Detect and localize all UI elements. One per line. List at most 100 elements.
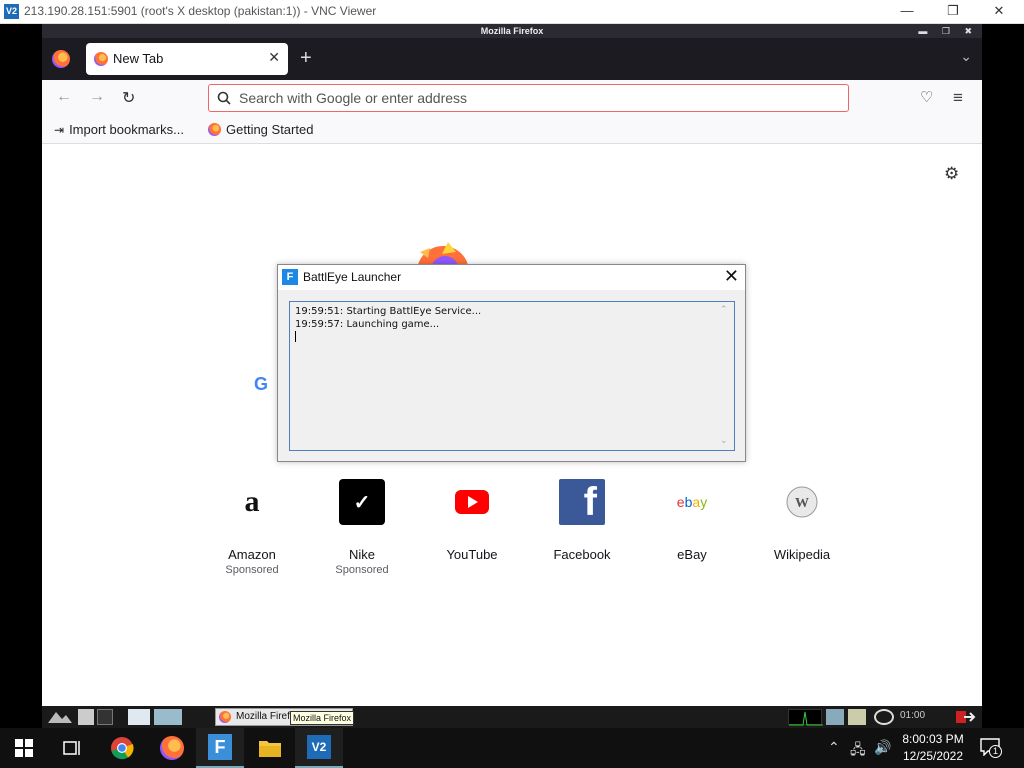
chrome-icon xyxy=(111,737,134,760)
tile-title: eBay xyxy=(677,547,707,562)
tab-label: New Tab xyxy=(113,51,164,66)
taskbar-battleye[interactable]: F xyxy=(196,728,244,768)
start-button[interactable] xyxy=(0,728,48,768)
firefox-window-titlebar: Mozilla Firefox ▬ ❐ ✖ xyxy=(42,24,982,38)
top-site-ebay[interactable]: ebay eBay xyxy=(637,479,747,577)
log-line: 19:59:57: Launching game... xyxy=(295,319,440,330)
top-site-facebook[interactable]: f Facebook xyxy=(527,479,637,577)
scroll-down-icon[interactable]: ⌄ xyxy=(720,435,728,448)
tile-title: Amazon xyxy=(228,547,276,562)
settings-gear-icon[interactable]: ⚙ xyxy=(944,164,959,184)
terminal-icon[interactable] xyxy=(97,709,113,725)
show-hidden-icons-icon[interactable]: ⌃ xyxy=(828,739,840,756)
top-site-wikipedia[interactable]: W Wikipedia xyxy=(747,479,857,577)
taskbar-firefox[interactable] xyxy=(148,728,196,768)
top-sites: a Amazon Sponsored ✓ Nike Sponsored YouT… xyxy=(197,479,857,577)
firefox-window-controls[interactable]: ▬ ❐ ✖ xyxy=(918,24,978,38)
task-view-icon xyxy=(63,741,80,755)
folder-icon xyxy=(259,741,281,757)
vnc-app-icon: V2 xyxy=(4,4,19,19)
menu-launcher-icon[interactable] xyxy=(46,709,74,725)
url-input[interactable] xyxy=(239,87,839,109)
tile-title: YouTube xyxy=(446,547,498,562)
top-site-youtube[interactable]: YouTube xyxy=(417,479,527,577)
firefox-icon xyxy=(160,736,184,760)
pocket-icon[interactable]: ♡ xyxy=(920,88,933,106)
clock[interactable]: 8:00:03 PM 12/25/2022 xyxy=(898,731,968,765)
action-center-button[interactable]: 1 xyxy=(980,738,1002,758)
svg-text:W: W xyxy=(795,496,809,511)
app-menu-icon[interactable]: ≡ xyxy=(953,88,963,108)
logout-icon[interactable] xyxy=(954,709,976,725)
remote-clock: 01:00 xyxy=(900,710,926,721)
firefox-view-icon[interactable] xyxy=(52,50,70,68)
ebay-icon: ebay xyxy=(662,479,722,525)
taskbar-vnc-viewer[interactable]: V2 xyxy=(295,728,343,768)
log-line: 19:59:51: Starting BattlEye Service... xyxy=(295,306,482,317)
reload-button[interactable]: ↻ xyxy=(122,88,135,108)
tab-close-icon[interactable]: ✕ xyxy=(268,49,280,66)
facebook-icon: f xyxy=(559,479,605,525)
bookmark-getting-started[interactable]: Getting Started xyxy=(208,122,313,137)
firefox-window-title: Mozilla Firefox xyxy=(480,26,544,36)
minimize-button[interactable]: — xyxy=(884,0,930,24)
firefox-icon xyxy=(208,123,221,136)
nike-icon: ✓ xyxy=(339,479,385,525)
top-site-amazon[interactable]: a Amazon Sponsored xyxy=(197,479,307,577)
forward-button[interactable]: → xyxy=(89,88,105,106)
scroll-up-icon[interactable]: ⌃ xyxy=(720,304,728,317)
bookmark-label: Import bookmarks... xyxy=(69,122,184,137)
search-icon xyxy=(217,91,231,105)
dialog-title: BattlEye Launcher xyxy=(303,270,402,284)
close-button[interactable]: ✕ xyxy=(976,0,1022,24)
task-view-button[interactable] xyxy=(48,728,96,768)
bookmark-label: Getting Started xyxy=(226,122,314,137)
top-site-nike[interactable]: ✓ Nike Sponsored xyxy=(307,479,417,577)
dialog-titlebar[interactable]: F BattlEye Launcher ✕ xyxy=(278,265,745,290)
new-tab-button[interactable]: + xyxy=(300,47,312,69)
taskbar-chrome[interactable] xyxy=(98,728,146,768)
notification-badge: 1 xyxy=(989,745,1002,758)
clock-date: 12/25/2022 xyxy=(902,749,964,763)
restore-button[interactable]: ❐ xyxy=(930,0,976,24)
vnc-viewer-icon: V2 xyxy=(307,735,331,759)
taskbar-file-explorer[interactable] xyxy=(246,728,294,768)
windows-taskbar: F V2 ⌃ 🖧 🔊 8:00:03 PM 12/25/2022 1 xyxy=(0,728,1024,768)
dialog-close-button[interactable]: ✕ xyxy=(724,266,739,287)
tile-sponsored-label: Sponsored xyxy=(225,564,279,576)
battleye-dialog: F BattlEye Launcher ✕ 19:59:51: Starting… xyxy=(277,264,746,462)
battleye-icon: F xyxy=(282,269,298,285)
import-icon: ⇥ xyxy=(54,122,65,137)
sync-icon[interactable] xyxy=(874,709,894,725)
firefox-icon xyxy=(219,711,231,723)
firefox-icon xyxy=(94,52,108,66)
windows-icon xyxy=(15,739,33,757)
volume-tray-icon[interactable]: 🔊 xyxy=(874,739,891,756)
firefox-launcher-icon[interactable] xyxy=(154,709,182,725)
address-bar[interactable] xyxy=(208,84,849,112)
cpu-monitor-icon xyxy=(788,709,823,726)
launcher-log-textarea[interactable]: 19:59:51: Starting BattlEye Service... 1… xyxy=(289,301,735,451)
network-icon[interactable] xyxy=(826,709,844,725)
tile-title: Nike xyxy=(348,547,375,562)
tab-new-tab[interactable]: New Tab ✕ xyxy=(86,43,288,75)
log-scrollbar[interactable]: ⌃ ⌄ xyxy=(718,304,732,448)
tile-title: Facebook xyxy=(553,547,611,562)
task-label: Mozilla Firef xyxy=(236,711,290,722)
wikipedia-icon: W xyxy=(779,479,825,525)
youtube-icon xyxy=(449,479,495,525)
back-button[interactable]: ← xyxy=(56,88,72,106)
desktop-icon[interactable] xyxy=(128,709,150,725)
bookmark-import[interactable]: ⇥ Import bookmarks... xyxy=(54,122,184,137)
list-all-tabs-icon[interactable]: ⌄ xyxy=(960,48,972,65)
tab-strip: New Tab ✕ + ⌄ xyxy=(42,38,982,80)
file-manager-icon[interactable] xyxy=(78,709,94,725)
amazon-icon: a xyxy=(229,479,275,525)
remote-taskbar: Mozilla Firef Mozilla Firefox 01:00 xyxy=(42,706,982,728)
battleye-icon: F xyxy=(208,734,232,760)
clipboard-icon[interactable] xyxy=(848,709,866,725)
tile-title: Wikipedia xyxy=(773,547,831,562)
network-tray-icon[interactable]: 🖧 xyxy=(850,739,866,763)
bookmarks-toolbar: ⇥ Import bookmarks... Getting Started xyxy=(42,116,982,144)
firefox-logo-icon xyxy=(417,242,469,266)
